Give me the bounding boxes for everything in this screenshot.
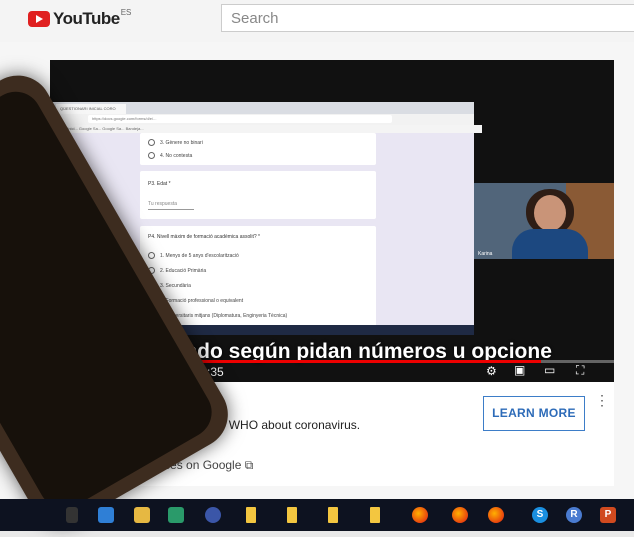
folder-icon[interactable]	[370, 507, 380, 523]
network-icon[interactable]	[98, 507, 114, 523]
form-option: 2. Educació Primària	[148, 267, 206, 274]
app-icon[interactable]	[205, 507, 221, 523]
external-link-icon: ⧉	[244, 458, 254, 472]
radio-icon	[148, 152, 155, 159]
youtube-play-icon	[28, 11, 50, 27]
age-question: P3. Edat *	[148, 181, 171, 187]
skype-icon[interactable]: S	[532, 507, 548, 523]
bookmarks-bar: Ap... Inici... Google Sa... Google Sa...…	[50, 125, 482, 133]
form-option: 1. Menys de 5 anys d'escolarització	[148, 252, 239, 259]
files-icon[interactable]	[134, 507, 150, 523]
search-placeholder: Search	[231, 10, 279, 27]
search-input[interactable]: Search	[221, 4, 634, 32]
app-icon[interactable]: R	[566, 507, 582, 523]
more-options-icon[interactable]: ⋮	[595, 392, 609, 409]
country-code: ES	[120, 7, 132, 17]
miniplayer-icon[interactable]: ▣	[514, 363, 525, 377]
gender-card: 3. Gènere no binari 4. No contesta	[140, 133, 376, 165]
form-option: 3. Gènere no binari	[148, 139, 203, 146]
webcam-overlay: Karina	[474, 183, 614, 259]
radio-icon	[148, 252, 155, 259]
webcam-person-face	[534, 195, 566, 231]
webcam-person-body	[512, 229, 588, 259]
folder-icon[interactable]	[246, 507, 256, 523]
logo-text: YouTube	[53, 9, 120, 28]
age-answer: Tu respuesta	[148, 201, 194, 210]
education-question: P4. Nivell màxim de formació acadèmica a…	[148, 234, 260, 240]
youtube-logo[interactable]: YouTube ES	[28, 7, 132, 29]
webcam-name: Karina	[478, 251, 493, 257]
windows-taskbar: S R P	[0, 499, 634, 531]
youtube-header: YouTube ES Search	[0, 0, 634, 42]
learn-more-button[interactable]: LEARN MORE	[483, 396, 585, 431]
folder-icon[interactable]	[328, 507, 338, 523]
app-icon[interactable]	[168, 507, 184, 523]
fullscreen-icon[interactable]: ⛶	[576, 363, 584, 378]
browser-tabbar: QÜESTIONARI INICIAL CORO	[50, 102, 474, 114]
age-card: P3. Edat * Tu respuesta	[140, 171, 376, 219]
url-field: https://docs.google.com/forms/d/e/...	[88, 115, 392, 123]
browser-tab: QÜESTIONARI INICIAL CORO	[56, 104, 126, 114]
settings-icon[interactable]: ⚙	[486, 364, 497, 378]
firefox-icon[interactable]	[488, 507, 504, 523]
theater-icon[interactable]: ▭	[544, 363, 555, 377]
firefox-icon[interactable]	[412, 507, 428, 523]
radio-icon	[148, 139, 155, 146]
form-option: 4. No contesta	[148, 152, 192, 159]
powerpoint-icon[interactable]: P	[600, 507, 616, 523]
firefox-icon[interactable]	[452, 507, 468, 523]
taskview-icon[interactable]	[66, 507, 78, 523]
folder-icon[interactable]	[287, 507, 297, 523]
